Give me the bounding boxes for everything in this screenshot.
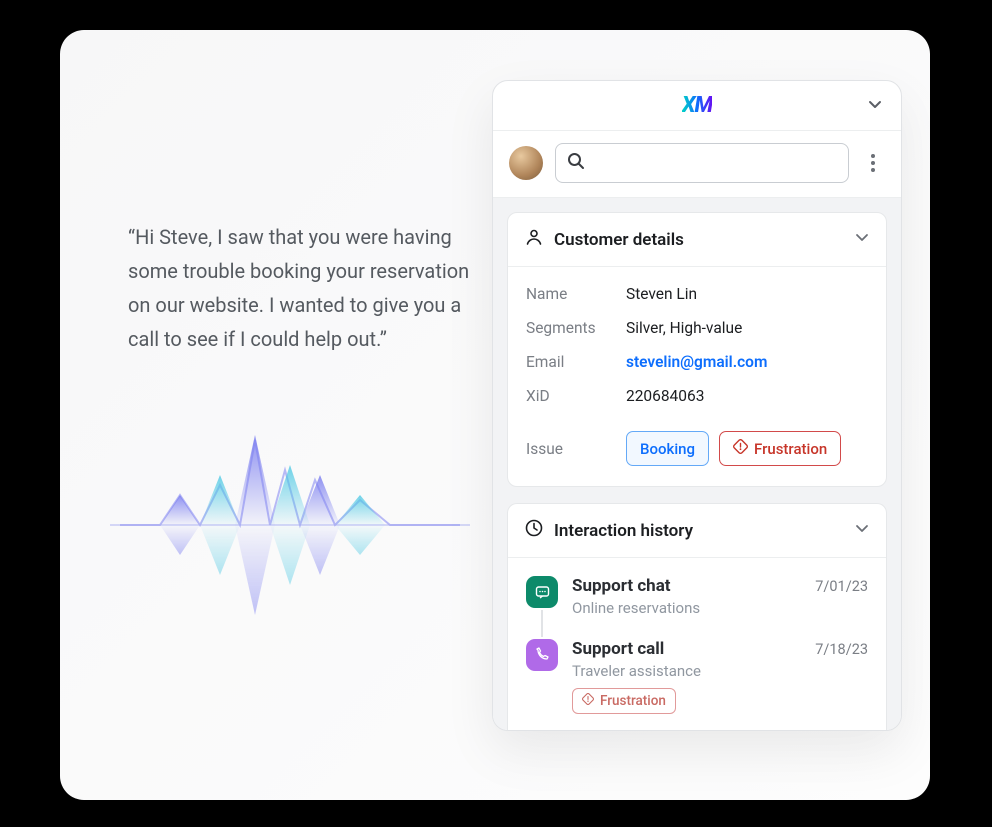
history-date: 7/01/23	[815, 578, 868, 595]
panel-header: XM	[493, 81, 901, 131]
name-value: Steven Lin	[626, 285, 697, 303]
customer-details-card: Customer details Name Steven Lin Segment…	[507, 212, 887, 487]
xm-logo: XM	[682, 93, 712, 118]
history-item[interactable]: Support chat 7/01/23 Online reservations	[526, 576, 868, 639]
user-avatar[interactable]	[509, 146, 543, 180]
search-icon	[566, 151, 586, 175]
interaction-history-card: Interaction history Support chat	[507, 503, 887, 730]
history-tag-frustration[interactable]: Frustration	[572, 688, 676, 714]
clock-icon	[524, 518, 544, 543]
chevron-down-icon	[854, 229, 870, 250]
phone-icon	[526, 639, 558, 671]
alert-icon	[733, 439, 748, 458]
collapse-panel-button[interactable]	[867, 96, 883, 116]
call-transcript-quote: “Hi Steve, I saw that you were having so…	[128, 220, 478, 356]
customer-details-header[interactable]: Customer details	[508, 213, 886, 267]
xid-value: 220684063	[626, 387, 704, 405]
name-label: Name	[526, 285, 626, 303]
history-subtitle: Traveler assistance	[572, 662, 868, 680]
email-link[interactable]: stevelin@gmail.com	[626, 353, 767, 371]
audio-waveform	[100, 420, 480, 630]
more-menu-button[interactable]	[861, 154, 885, 172]
history-title: Support chat	[572, 576, 671, 596]
issue-label: Issue	[526, 440, 626, 458]
search-box[interactable]	[555, 143, 849, 183]
person-icon	[524, 227, 544, 252]
history-item[interactable]: Support call 7/18/23 Traveler assistance…	[526, 639, 868, 720]
issue-tag-frustration[interactable]: Frustration	[719, 431, 841, 466]
search-input[interactable]	[594, 154, 838, 172]
segments-value: Silver, High-value	[626, 319, 742, 337]
history-subtitle: Online reservations	[572, 599, 868, 617]
segments-label: Segments	[526, 319, 626, 337]
history-date: 7/18/23	[815, 641, 868, 658]
interaction-history-title: Interaction history	[554, 521, 693, 541]
email-label: Email	[526, 353, 626, 371]
interaction-history-header[interactable]: Interaction history	[508, 504, 886, 558]
chevron-down-icon	[854, 520, 870, 541]
xid-label: XiD	[526, 387, 626, 405]
history-title: Support call	[572, 639, 664, 659]
chat-icon	[526, 576, 558, 608]
alert-icon	[582, 693, 594, 709]
customer-details-title: Customer details	[554, 230, 684, 250]
customer-panel: XM Customer	[492, 80, 902, 731]
issue-tag-booking[interactable]: Booking	[626, 431, 709, 466]
